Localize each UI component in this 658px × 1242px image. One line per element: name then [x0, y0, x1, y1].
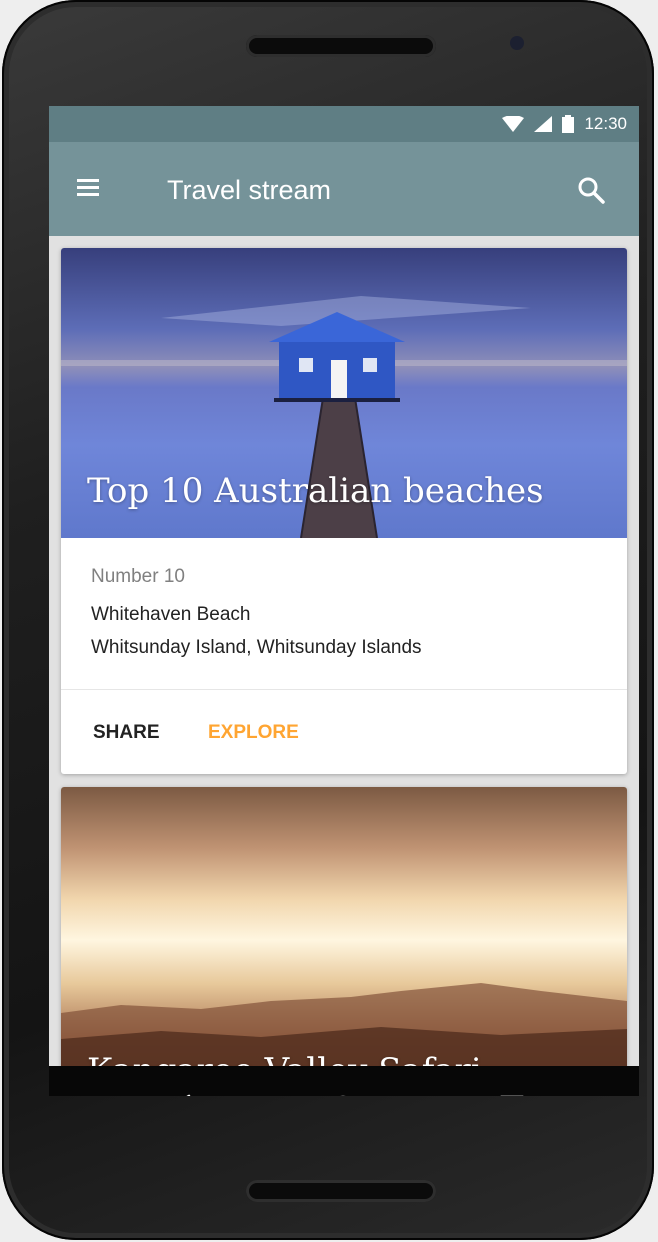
status-time: 12:30 [584, 114, 627, 133]
hills-illustration [61, 983, 627, 1096]
signal-icon [534, 116, 553, 132]
phone-frame: 12:30 Travel stream Top 10 Australian be… [2, 0, 654, 1240]
menu-icon[interactable] [76, 176, 100, 200]
top-speaker [246, 35, 436, 57]
home-icon[interactable] [329, 1094, 357, 1096]
wifi-icon [502, 116, 525, 132]
app-bar: Travel stream [49, 142, 639, 236]
search-icon[interactable] [577, 176, 605, 204]
front-camera [510, 36, 524, 50]
card-kangaroo-valley[interactable]: Kangaroo Valley Safari [61, 787, 627, 1096]
explore-button[interactable]: EXPLORE [208, 722, 299, 744]
battery-icon [562, 115, 575, 133]
card-title: Top 10 Australian beaches [87, 471, 544, 511]
navigation-bar [49, 1066, 639, 1096]
back-icon[interactable] [167, 1094, 193, 1096]
boathouse-image: Top 10 Australian beaches [61, 248, 627, 539]
card-divider [61, 689, 627, 690]
card-australian-beaches[interactable]: Top 10 Australian beaches Number 10 Whit… [61, 248, 627, 774]
card-overline: Number 10 [91, 566, 185, 587]
beach-location: Whitsunday Island, Whitsunday Islands [91, 637, 422, 658]
bottom-speaker [246, 1180, 436, 1202]
app-title: Travel stream [167, 175, 332, 205]
share-button[interactable]: SHARE [93, 722, 160, 744]
status-bar: 12:30 [49, 106, 639, 142]
beach-name: Whitehaven Beach [91, 604, 251, 625]
sunset-image: Kangaroo Valley Safari [61, 787, 627, 1096]
screen: 12:30 Travel stream Top 10 Australian be… [49, 106, 639, 1096]
recents-icon[interactable] [499, 1094, 525, 1096]
